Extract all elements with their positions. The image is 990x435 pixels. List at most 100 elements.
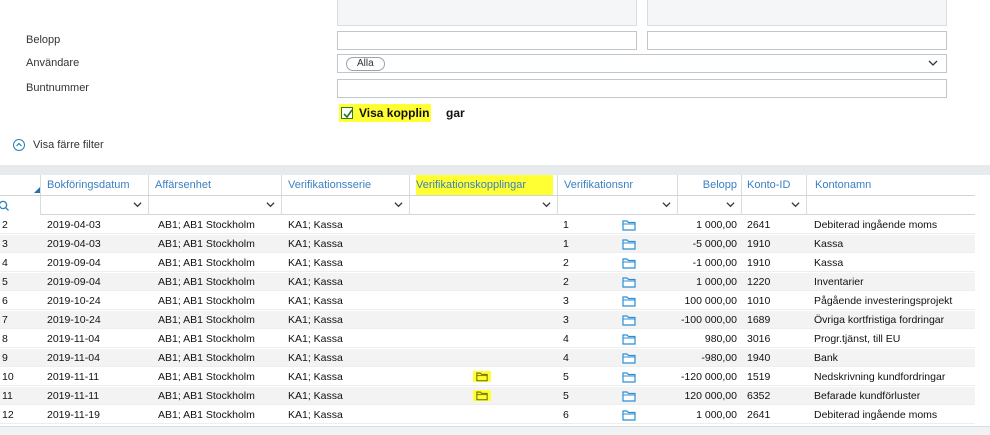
row-number: 7 bbox=[2, 314, 8, 326]
cell-verifikationsserie: KA1; Kassa bbox=[288, 352, 343, 364]
cell-bokforingsdatum: 2019-04-03 bbox=[47, 219, 101, 231]
col-header-belopp[interactable]: Belopp bbox=[684, 175, 737, 195]
belopp-from-input[interactable] bbox=[337, 31, 637, 50]
table-row[interactable]: 10 2019-11-11 AB1; AB1 Stockholm KA1; Kassa… bbox=[0, 368, 975, 386]
filter-affarsenhet[interactable] bbox=[149, 196, 281, 215]
buntnummer-filter-row: Buntnummer bbox=[0, 79, 990, 99]
verification-folder-icon[interactable] bbox=[622, 409, 638, 427]
cell-verifikationsnr: 5 bbox=[563, 390, 569, 402]
col-header-affarsenhet[interactable]: Affärsenhet bbox=[155, 175, 273, 195]
cell-verifikationsnr: 1 bbox=[563, 219, 569, 231]
cell-verifikationsnr: 1 bbox=[563, 238, 569, 250]
visa-kopplingar-label: Visa kopplin bbox=[359, 106, 430, 120]
cell-verifikationsserie: KA1; Kassa bbox=[288, 295, 343, 307]
checkbox-checked-icon[interactable] bbox=[341, 107, 353, 119]
cell-affarsenhet: AB1; AB1 Stockholm bbox=[158, 371, 255, 383]
cell-verifikationsserie: KA1; Kassa bbox=[288, 390, 343, 402]
filter-konto-id[interactable] bbox=[742, 196, 806, 215]
horizontal-scrollbar[interactable] bbox=[0, 426, 990, 435]
table-row[interactable]: 8 2019-11-04 AB1; AB1 Stockholm KA1; Kassa 4… bbox=[0, 330, 975, 348]
cell-verifikationsserie: KA1; Kassa bbox=[288, 219, 343, 231]
link-folder-icon[interactable] bbox=[473, 370, 493, 388]
row-number: 8 bbox=[2, 333, 8, 345]
cell-kontonamn: Övriga kortfristiga fordringar bbox=[814, 314, 945, 326]
table-row[interactable]: 7 2019-10-24 AB1; AB1 Stockholm KA1; Kassa 3… bbox=[0, 311, 975, 329]
cell-konto-id: 2641 bbox=[747, 409, 771, 421]
cell-verifikationsnr: 3 bbox=[563, 295, 569, 307]
col-header-kontonamn[interactable]: Kontonamn bbox=[815, 175, 975, 195]
cell-verifikationsserie: KA1; Kassa bbox=[288, 314, 343, 326]
belopp-to-input[interactable] bbox=[647, 31, 947, 50]
cell-kontonamn: Nedskrivning kundfordringar bbox=[814, 371, 946, 383]
col-header-verifikationsserie[interactable]: Verifikationsserie bbox=[288, 175, 406, 195]
grid-toolbar bbox=[0, 165, 990, 175]
table-row[interactable]: 6 2019-10-24 AB1; AB1 Stockholm KA1; Kassa 3… bbox=[0, 292, 975, 310]
cell-verifikationsnr: 6 bbox=[563, 409, 569, 421]
cell-konto-id: 1010 bbox=[747, 295, 771, 307]
chevron-down-icon bbox=[726, 202, 735, 208]
filter-bokforingsdatum[interactable] bbox=[41, 196, 148, 215]
buntnummer-label: Buntnummer bbox=[26, 82, 89, 94]
cell-bokforingsdatum: 2019-11-04 bbox=[47, 352, 100, 364]
cell-affarsenhet: AB1; AB1 Stockholm bbox=[158, 352, 255, 364]
table-row[interactable]: 3 2019-04-03 AB1; AB1 Stockholm KA1; Kassa 1… bbox=[0, 235, 975, 253]
col-header-verifikationsnr[interactable]: Verifikationsnr bbox=[564, 175, 674, 195]
row-number: 2 bbox=[2, 219, 8, 231]
visa-kopplingar-checkbox[interactable]: Visa kopplin bbox=[339, 104, 432, 122]
belopp-filter-row: Belopp bbox=[0, 31, 990, 51]
buntnummer-input[interactable] bbox=[337, 79, 947, 98]
cell-affarsenhet: AB1; AB1 Stockholm bbox=[158, 276, 255, 288]
cell-konto-id: 3016 bbox=[747, 333, 771, 345]
table-row[interactable]: 4 2019-09-04 AB1; AB1 Stockholm KA1; Kassa 2… bbox=[0, 254, 975, 272]
cell-kontonamn: Kassa bbox=[814, 257, 844, 269]
filter-verifikationsserie[interactable] bbox=[282, 196, 409, 215]
cell-kontonamn: Pågående investeringsprojekt bbox=[814, 295, 953, 307]
cell-belopp: -1 000,00 bbox=[692, 257, 737, 269]
col-header-konto-id[interactable]: Konto-ID bbox=[747, 175, 797, 195]
visa-farre-filter-link[interactable]: Visa färre filter bbox=[13, 139, 104, 151]
cell-verifikationsserie: KA1; Kassa bbox=[288, 409, 343, 421]
cell-verifikationsserie: KA1; Kassa bbox=[288, 333, 343, 345]
chevron-up-circle-icon bbox=[13, 139, 25, 151]
visa-farre-filter-label: Visa färre filter bbox=[33, 139, 104, 151]
cell-verifikationsserie: KA1; Kassa bbox=[288, 238, 343, 250]
cell-bokforingsdatum: 2019-11-11 bbox=[47, 371, 100, 383]
row-number: 5 bbox=[2, 276, 8, 288]
cell-kontonamn: Debiterad ingående moms bbox=[814, 409, 938, 421]
cell-belopp: 980,00 bbox=[704, 333, 737, 345]
link-folder-icon[interactable] bbox=[473, 389, 493, 407]
chevron-down-icon bbox=[542, 202, 551, 208]
anvandare-selected-pill[interactable]: Alla bbox=[346, 57, 385, 71]
cell-belopp: 120 000,00 bbox=[684, 390, 737, 402]
cell-kontonamn: Progr.tjänst, till EU bbox=[814, 333, 901, 345]
filter-kontonamn[interactable] bbox=[807, 196, 975, 215]
col-header-verifikationskopplingar[interactable]: Verifikationskopplingar bbox=[416, 175, 553, 195]
anvandare-select[interactable]: Alla bbox=[337, 54, 947, 73]
row-number: 10 bbox=[2, 371, 14, 383]
table-row[interactable]: 12 2019-11-19 AB1; AB1 Stockholm KA1; Kassa… bbox=[0, 406, 975, 424]
filter-verifikationskopplingar[interactable] bbox=[410, 196, 557, 215]
cell-verifikationsnr: 4 bbox=[563, 333, 569, 345]
filter-belopp[interactable] bbox=[678, 196, 741, 215]
row-number: 6 bbox=[2, 295, 8, 307]
range-to-field-top[interactable] bbox=[647, 0, 947, 26]
cell-konto-id: 1940 bbox=[747, 352, 771, 364]
table-row[interactable]: 2 2019-04-03 AB1; AB1 Stockholm KA1; Kassa 1… bbox=[0, 216, 975, 234]
cell-bokforingsdatum: 2019-11-19 bbox=[47, 409, 100, 421]
row-number: 11 bbox=[2, 390, 13, 402]
filter-verifikationsnr[interactable] bbox=[558, 196, 677, 215]
table-row[interactable]: 11 2019-11-11 AB1; AB1 Stockholm KA1; Kassa… bbox=[0, 387, 975, 405]
row-number: 4 bbox=[2, 257, 8, 269]
cell-verifikationsnr: 2 bbox=[563, 257, 569, 269]
search-icon[interactable] bbox=[0, 200, 9, 211]
col-header-bokforingsdatum[interactable]: Bokföringsdatum bbox=[47, 175, 145, 195]
chevron-down-icon[interactable] bbox=[928, 58, 938, 68]
cell-kontonamn: Kassa bbox=[814, 238, 844, 250]
table-row[interactable]: 9 2019-11-04 AB1; AB1 Stockholm KA1; Kassa 4… bbox=[0, 349, 975, 367]
table-row[interactable]: 5 2019-09-04 AB1; AB1 Stockholm KA1; Kassa 2… bbox=[0, 273, 975, 291]
anvandare-filter-row: Användare Alla bbox=[0, 54, 990, 74]
range-from-field-top[interactable] bbox=[337, 0, 637, 26]
cell-verifikationsnr: 5 bbox=[563, 371, 569, 383]
cell-kontonamn: Befarade kundförluster bbox=[814, 390, 921, 402]
cell-belopp: 1 000,00 bbox=[696, 276, 737, 288]
